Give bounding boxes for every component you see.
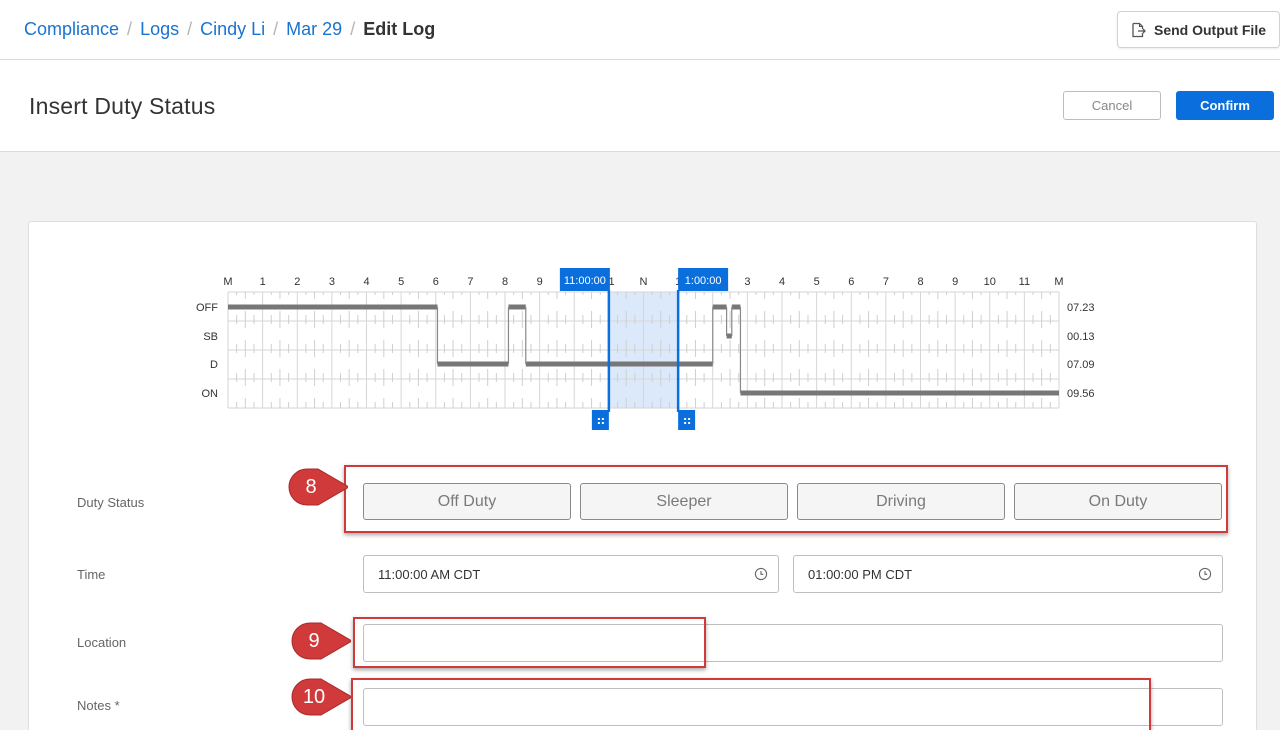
clock-icon[interactable]	[1198, 567, 1212, 581]
callout-marker-8: 8	[288, 468, 350, 506]
notes-label: Notes *	[77, 698, 120, 713]
send-output-file-button[interactable]: Send Output File	[1117, 11, 1280, 48]
time-label: Time	[77, 567, 106, 582]
clock-icon[interactable]	[754, 567, 768, 581]
start-time-value: 11:00:00 AM CDT	[378, 566, 481, 582]
top-bar: Compliance / Logs / Cindy Li / Mar 29 / Edit Log…	[0, 0, 1280, 60]
file-export-icon	[1132, 22, 1146, 37]
breadcrumb: Compliance / Logs / Cindy Li / Mar 29 / Edit Log	[24, 19, 435, 40]
breadcrumb-date[interactable]: Mar 29	[286, 19, 342, 39]
callout-marker-10: 10	[291, 678, 353, 716]
callout-number: 8	[305, 475, 317, 498]
end-time-input[interactable]: 01:00:00 PM CDT	[793, 555, 1223, 593]
cancel-button[interactable]: Cancel	[1063, 91, 1161, 120]
callout-highlight-duty-status	[344, 465, 1228, 533]
page-header: Insert Duty Status Cancel Confirm	[0, 60, 1280, 152]
breadcrumb-separator: /	[273, 19, 279, 39]
breadcrumb-compliance[interactable]: Compliance	[24, 19, 119, 39]
breadcrumb-separator: /	[350, 19, 356, 39]
callout-number: 9	[308, 629, 320, 652]
breadcrumb-separator: /	[187, 19, 193, 39]
page-title: Insert Duty Status	[29, 93, 216, 119]
breadcrumb-separator: /	[127, 19, 133, 39]
breadcrumb-current: Edit Log	[363, 19, 436, 39]
callout-highlight-location	[353, 617, 706, 668]
duty-status-label: Duty Status	[77, 495, 145, 510]
start-time-input[interactable]: 11:00:00 AM CDT	[363, 555, 779, 593]
confirm-button[interactable]: Confirm	[1176, 91, 1274, 120]
send-output-file-label: Send Output File	[1154, 21, 1266, 38]
location-label: Location	[77, 635, 127, 650]
callout-highlight-notes	[351, 678, 1151, 730]
breadcrumb-driver[interactable]: Cindy Li	[200, 19, 265, 39]
callout-marker-9: 9	[291, 622, 353, 660]
end-time-value: 01:00:00 PM CDT	[808, 566, 913, 582]
callout-number: 10	[302, 685, 326, 708]
breadcrumb-logs[interactable]: Logs	[140, 19, 179, 39]
